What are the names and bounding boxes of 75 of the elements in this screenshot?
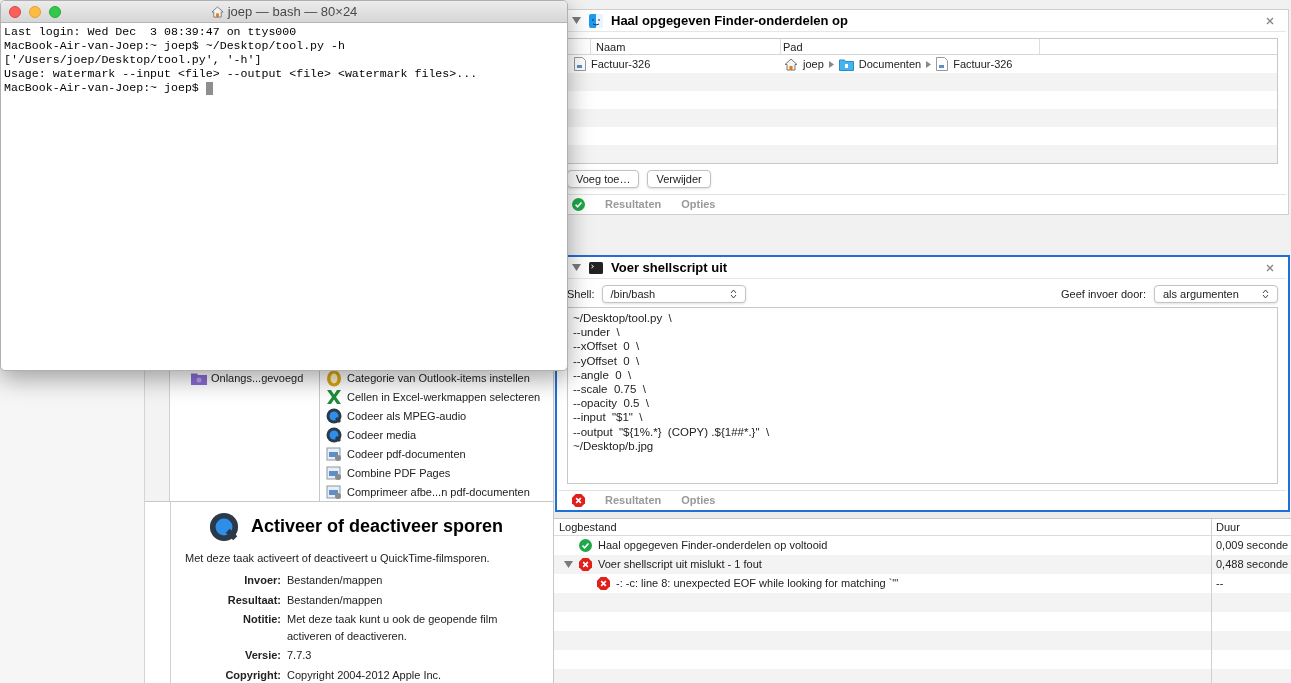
house-icon bbox=[210, 6, 224, 18]
close-icon[interactable] bbox=[1266, 263, 1274, 272]
field-label: Invoer: bbox=[243, 573, 281, 588]
terminal-line: ['/Users/joep/Desktop/tool.py', '-h'] bbox=[4, 53, 262, 67]
log-message: -: -c: line 8: unexpected EOF while looking for matching `"' bbox=[616, 576, 899, 592]
close-icon[interactable] bbox=[1266, 16, 1274, 25]
action-title: Haal opgegeven Finder-onderdelen op bbox=[611, 11, 848, 30]
log-message: Haal opgegeven Finder-onderdelen op voltooid bbox=[598, 538, 828, 554]
picture-document-icon bbox=[326, 484, 342, 500]
action-list-item[interactable]: Comprimeer afbe...n pdf-documenten bbox=[326, 482, 553, 502]
log-duration: 0,488 seconde bbox=[1215, 557, 1289, 573]
field-label: Notitie: bbox=[242, 612, 281, 627]
column-header[interactable]: Pad bbox=[780, 39, 1040, 54]
field-value: Bestanden/mappen bbox=[287, 573, 384, 588]
close-window-button[interactable] bbox=[9, 5, 21, 18]
document-icon bbox=[936, 57, 949, 71]
action-list-item[interactable]: Codeer als MPEG-audio bbox=[326, 406, 553, 426]
log-duration: -- bbox=[1215, 576, 1224, 592]
field-label: Copyright: bbox=[224, 667, 281, 683]
action-list-item[interactable]: Combine PDF Pages bbox=[326, 463, 553, 483]
category-item[interactable]: Onlangs...gevoegd bbox=[191, 368, 319, 388]
popup-select[interactable]: als argumenten bbox=[1154, 285, 1278, 303]
field-value: Bestanden/mappen bbox=[287, 592, 384, 608]
disclosure-triangle-icon[interactable] bbox=[572, 16, 581, 25]
field-value: Copyright 2004-2012 Apple Inc. bbox=[287, 667, 443, 683]
path-separator-icon bbox=[926, 60, 932, 68]
updown-icon bbox=[729, 289, 737, 299]
terminal-icon bbox=[589, 261, 603, 274]
quicktime-icon bbox=[326, 427, 342, 443]
log-message: Voer shellscript uit mislukt - 1 fout bbox=[598, 557, 762, 573]
x-mark-icon bbox=[326, 389, 342, 405]
window-title: joep — bash — 80×24 bbox=[227, 3, 358, 22]
action-list-item[interactable]: Codeer pdf-documenten bbox=[326, 444, 553, 464]
document-icon bbox=[574, 57, 586, 71]
script-editor[interactable]: ~/Desktop/tool.py \ --under \ --xOffset 0 \ --yOffset 0 \ --angle 0 \ --scale 0.75 \ --opacity 0.5 \ --input "$1" \ --output "${1%.*} (COPY) .${1##*.}" \ ~/Desktop/b.jpg bbox=[567, 307, 1278, 484]
quicktime-icon bbox=[209, 511, 239, 542]
description-text: Met deze taak activeert of deactiveert u QuickTime-filmsporen. bbox=[185, 550, 491, 566]
column-header[interactable]: Duur bbox=[1212, 519, 1240, 535]
column-header[interactable]: Logbestand bbox=[554, 519, 1212, 535]
terminal-line: Usage: watermark --input <file> --output <file> <watermark files>... bbox=[4, 67, 478, 81]
terminal-line: MacBook-Air-van-Joep:~ joep$ bbox=[4, 81, 200, 95]
terminal-line: Last login: Wed Dec 3 08:39:47 on ttys000 bbox=[4, 25, 297, 39]
folder-icon bbox=[191, 371, 207, 385]
path-cell: joep Documenten Factuur-326 bbox=[780, 55, 1013, 73]
shell-label: Shell: bbox=[567, 286, 595, 302]
push-button[interactable]: Verwijder bbox=[647, 170, 711, 188]
log-duration: 0,009 seconde bbox=[1215, 538, 1289, 554]
picture-document-icon bbox=[326, 465, 342, 481]
field-value: 7.7.3 bbox=[287, 648, 313, 663]
terminal-line: MacBook-Air-van-Joep:~ joep$ ~/Desktop/tool.py -h bbox=[4, 39, 345, 53]
quicktime-icon bbox=[326, 408, 342, 424]
input-label: Geef invoer door: bbox=[1061, 286, 1146, 302]
action-list-item[interactable]: Cellen in Excel-werkmappen selecteren bbox=[326, 387, 553, 407]
table-cell: Factuur-326 bbox=[568, 55, 780, 73]
action-list-item[interactable]: Categorie van Outlook-items instellen bbox=[326, 368, 553, 388]
zoom-button[interactable] bbox=[49, 5, 61, 18]
log-row[interactable]: Voer shellscript uit mislukt - 1 fout 0,488 seconde bbox=[554, 555, 1291, 574]
disclosure-triangle-icon[interactable] bbox=[564, 560, 573, 569]
letter-o-icon bbox=[326, 369, 342, 387]
house-icon bbox=[784, 57, 798, 71]
field-value: Met deze taak kunt u ook de geopende film activeren of deactiveren. bbox=[287, 612, 499, 644]
folder-icon bbox=[838, 57, 854, 71]
field-label: Resultaat: bbox=[226, 592, 281, 608]
action-list-item[interactable]: Codeer media bbox=[326, 425, 553, 445]
column-header[interactable]: Naam bbox=[590, 39, 780, 54]
picture-document-icon bbox=[326, 446, 342, 462]
action-title: Voer shellscript uit bbox=[611, 258, 728, 277]
description-title: Activeer of deactiveer sporen bbox=[251, 515, 504, 538]
disclosure-triangle-icon[interactable] bbox=[572, 263, 581, 272]
push-button[interactable]: Voeg toe… bbox=[567, 170, 640, 188]
path-separator-icon bbox=[828, 60, 834, 68]
popup-select[interactable]: /bin/bash bbox=[601, 285, 746, 303]
field-label: Versie: bbox=[243, 648, 281, 663]
finder-face-icon bbox=[589, 13, 603, 28]
updown-icon bbox=[1262, 289, 1269, 299]
